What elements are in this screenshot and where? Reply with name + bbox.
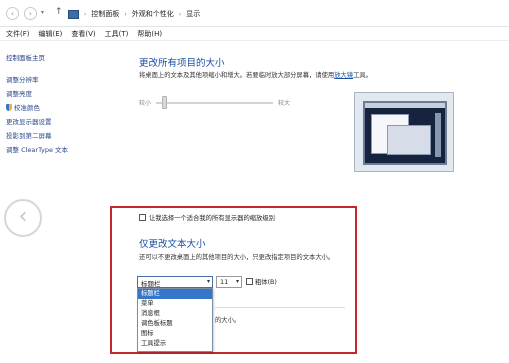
sidebar-item-calibrate-color[interactable]: 校准颜色 <box>6 102 40 112</box>
up-arrow-icon[interactable]: ↑ <box>55 7 63 17</box>
breadcrumb-separator-icon[interactable]: › <box>84 11 86 18</box>
description-text: 将桌面上的文本及其他项缩小和增大。若要临时放大部分屏幕，请使用 <box>139 72 335 79</box>
display-preview-image <box>354 92 454 172</box>
dropdown-option-icon[interactable]: 图标 <box>138 329 212 339</box>
recent-locations-chevron-down-icon[interactable]: ▾ <box>41 9 44 16</box>
dropdown-option-palette-title[interactable]: 调色板标题 <box>138 319 212 329</box>
custom-scaling-checkbox-row[interactable]: 让我选择一个适合我的所有显示器的缩放级别 <box>139 213 275 222</box>
item-dropdown-list: 标题栏 菜单 消息框 调色板标题 图标 工具提示 <box>137 288 213 352</box>
dropdown-option-message-box[interactable]: 消息框 <box>138 309 212 319</box>
slider-max-label: 较大 <box>278 100 291 107</box>
chevron-down-icon: ▾ <box>206 278 210 285</box>
forward-button[interactable]: › <box>24 7 37 20</box>
preview-screen <box>363 101 447 165</box>
font-size-select[interactable]: 11 ▾ <box>216 276 242 288</box>
partially-hidden-text: 的大小。 <box>215 317 241 324</box>
preview-sidebar <box>435 113 441 157</box>
bold-checkbox-row[interactable]: 粗体(B) <box>246 277 277 286</box>
slider-min-label: 较小 <box>139 100 152 107</box>
breadcrumb-display[interactable]: 显示 <box>186 9 200 19</box>
address-bar: ‹ › ▾ ↑ › 控制面板 › 外观和个性化 › 显示 <box>0 0 509 27</box>
sidebar-item-project[interactable]: 投影到第二屏幕 <box>6 130 52 140</box>
breadcrumb-separator-icon[interactable]: › <box>179 11 181 18</box>
shield-icon <box>6 104 12 111</box>
menu-view[interactable]: 查看(V) <box>71 29 95 39</box>
menu-edit[interactable]: 编辑(E) <box>39 29 63 39</box>
text-size-description: 还可以不更改桌面上的其他项目的大小，只更改指定项目的文本大小。 <box>139 254 335 261</box>
magnifier-link[interactable]: 放大镜 <box>334 72 353 79</box>
breadcrumb: › 控制面板 › 外观和个性化 › 显示 <box>68 8 200 20</box>
bold-checkbox[interactable] <box>246 278 253 285</box>
custom-scaling-label: 让我选择一个适合我的所有显示器的缩放级别 <box>149 215 275 222</box>
previous-arrow-icon[interactable]: ‹ <box>4 199 42 237</box>
size-slider-track[interactable] <box>156 102 273 104</box>
bold-label: 粗体(B) <box>255 279 277 286</box>
dropdown-option-title-bar[interactable]: 标题栏 <box>138 289 212 299</box>
divider <box>215 307 345 308</box>
custom-scaling-checkbox[interactable] <box>139 214 146 221</box>
menu-help[interactable]: 帮助(H) <box>137 29 162 39</box>
breadcrumb-appearance[interactable]: 外观和个性化 <box>132 9 174 19</box>
preview-window <box>387 125 431 155</box>
page-description: 将桌面上的文本及其他项缩小和增大。若要临时放大部分屏幕，请使用放大镜工具。 <box>139 70 372 79</box>
page-title: 更改所有项目的大小 <box>139 58 225 69</box>
back-button[interactable]: ‹ <box>6 7 19 20</box>
breadcrumb-control-panel[interactable]: 控制面板 <box>91 9 119 19</box>
menu-bar: 文件(F) 编辑(E) 查看(V) 工具(T) 帮助(H) <box>0 27 509 41</box>
dropdown-option-menu[interactable]: 菜单 <box>138 299 212 309</box>
menu-file[interactable]: 文件(F) <box>6 29 30 39</box>
breadcrumb-separator-icon[interactable]: › <box>124 11 126 18</box>
menu-tools[interactable]: 工具(T) <box>105 29 129 39</box>
sidebar-item-cleartype[interactable]: 调整 ClearType 文本 <box>6 144 68 154</box>
control-panel-icon <box>68 9 79 19</box>
size-slider-thumb[interactable] <box>161 96 167 109</box>
font-size-value: 11 <box>220 278 229 286</box>
dropdown-option-tooltip[interactable]: 工具提示 <box>138 339 212 349</box>
description-text-end: 工具。 <box>353 72 372 79</box>
sidebar-item-label: 校准颜色 <box>14 104 40 112</box>
sidebar-item-resolution[interactable]: 调整分辨率 <box>6 74 39 84</box>
sidebar-item-home[interactable]: 控制面板主页 <box>6 52 45 62</box>
item-select[interactable]: 标题栏 ▾ <box>137 276 213 288</box>
sidebar-item-display-settings[interactable]: 更改显示器设置 <box>6 116 52 126</box>
sidebar-item-brightness[interactable]: 调整亮度 <box>6 88 32 98</box>
item-select-value: 标题栏 <box>141 280 161 288</box>
chevron-down-icon: ▾ <box>235 278 239 285</box>
preview-taskbar <box>365 103 445 108</box>
text-size-title: 仅更改文本大小 <box>139 239 206 250</box>
